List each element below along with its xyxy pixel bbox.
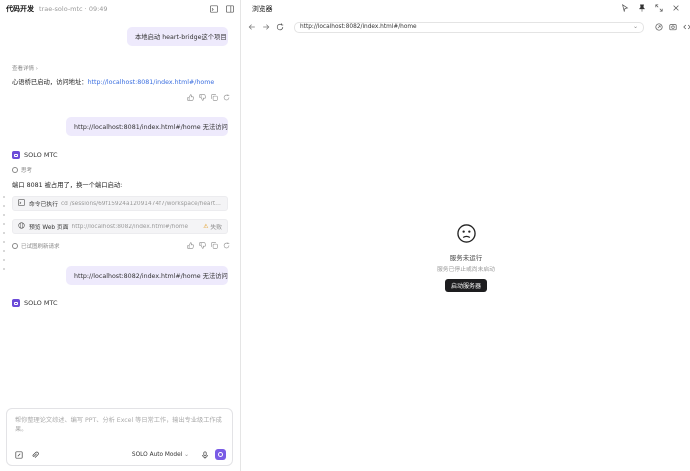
view-details-link[interactable]: 查看详情 › <box>12 64 38 72</box>
start-server-button[interactable]: 启动服务器 <box>444 279 487 292</box>
model-selector[interactable]: SOLO Auto Model ⌄ <box>132 452 189 458</box>
terminal-icon[interactable] <box>210 5 218 13</box>
command-label: 命令已执行 <box>29 202 58 208</box>
browser-panel: 浏览器 http://localhost:8082/index.html#/ho… <box>242 0 690 471</box>
copy-icon[interactable] <box>211 242 218 251</box>
user-message-text: http://localhost:8082/index.html#/home 无… <box>74 273 228 280</box>
assistant-message: 心语桥已启动，访问地址：http://localhost:8081/index.… <box>12 77 214 86</box>
thinking-icon <box>12 167 18 173</box>
chevron-down-icon[interactable]: ⌄ <box>633 24 638 30</box>
chat-header: 代码开发 trae-solo-mtc · 09:49 <box>0 0 240 18</box>
timeline-dots <box>3 196 5 270</box>
send-button[interactable] <box>215 449 226 460</box>
user-message-text: http://localhost:8081/index.html#/home 无… <box>74 124 228 131</box>
empty-state: 服务未运行 服务已停止或尚未启动 启动服务器 <box>242 224 690 292</box>
preview-status: 失败 <box>210 225 222 231</box>
preview-card[interactable]: 预览 Web 页面 http://localhost:8082/index.ht… <box>12 219 228 234</box>
url-text[interactable]: http://localhost:8082/index.html#/home <box>300 24 417 30</box>
terminal-icon <box>18 199 25 208</box>
browser-navbar: http://localhost:8082/index.html#/home ⌄ <box>242 19 690 35</box>
back-arrow-icon[interactable] <box>248 23 256 31</box>
regenerate-icon[interactable] <box>223 94 230 103</box>
user-message: http://localhost:8082/index.html#/home 无… <box>66 266 228 285</box>
sidebar-toggle-icon[interactable] <box>226 5 234 13</box>
refresh-icon[interactable] <box>276 23 284 31</box>
address-bar[interactable]: http://localhost:8082/index.html#/home ⌄ <box>294 21 644 33</box>
code-icon[interactable] <box>683 23 690 31</box>
circle-icon <box>12 243 18 249</box>
localhost-link[interactable]: http://localhost:8081/index.html#/home <box>88 79 215 86</box>
panel-title: 代码开发 <box>6 5 34 13</box>
microphone-icon[interactable] <box>201 450 209 459</box>
composer[interactable]: 帮你整理论文综述、编写 PPT、分析 Excel 等日常工作，输出专业级工作成果… <box>6 408 233 466</box>
user-message: http://localhost:8081/index.html#/home 无… <box>66 117 228 136</box>
thumbs-down-icon[interactable] <box>199 242 206 251</box>
copy-icon[interactable] <box>211 94 218 103</box>
screenshot-icon[interactable] <box>669 23 677 31</box>
user-message-text: 本地启动 heart-bridge这个项目 <box>135 34 227 41</box>
interrupted-notice: 已试图刷新请求 <box>12 242 60 250</box>
browser-header: 浏览器 <box>242 0 690 16</box>
command-value: cd /sessions/69f15924a12091474f7/workspa… <box>61 200 222 207</box>
send-icon <box>218 452 223 457</box>
thumbs-up-icon[interactable] <box>187 242 194 251</box>
regenerate-icon[interactable] <box>223 242 230 251</box>
thumbs-down-icon[interactable] <box>199 94 206 103</box>
user-message: 本地启动 heart-bridge这个项目 <box>127 27 228 46</box>
globe-icon <box>18 222 25 231</box>
chat-panel: 代码开发 trae-solo-mtc · 09:49 本地启动 heart-br… <box>0 0 241 471</box>
assistant-message-text: 心语桥已启动，访问地址： <box>12 79 88 86</box>
close-icon[interactable] <box>672 4 680 12</box>
thinking-indicator[interactable]: 思考 <box>12 166 32 174</box>
solo-logo-icon <box>12 151 20 159</box>
preview-url: http://localhost:8082/index.html#/home <box>71 223 189 230</box>
sad-face-icon <box>456 224 476 243</box>
thumbs-up-icon[interactable] <box>187 94 194 103</box>
attach-file-icon[interactable] <box>15 450 23 459</box>
status-subtitle: 服务已停止或尚未启动 <box>437 267 495 273</box>
status-title: 服务未运行 <box>449 254 483 262</box>
message-actions <box>187 94 230 103</box>
forward-arrow-icon[interactable] <box>262 23 270 31</box>
session-subtitle: trae-solo-mtc · 09:49 <box>39 5 108 13</box>
preview-label: 预览 Web 页面 <box>29 225 69 231</box>
command-card[interactable]: 命令已执行 cd /sessions/69f15924a12091474f7/w… <box>12 196 228 211</box>
assistant-header: SOLO MTC <box>12 299 58 307</box>
browser-title: 浏览器 <box>252 5 273 13</box>
assistant-name: SOLO MTC <box>24 299 58 307</box>
solo-logo-icon <box>12 299 20 307</box>
composer-placeholder[interactable]: 帮你整理论文综述、编写 PPT、分析 Excel 等日常工作，输出专业级工作成果… <box>15 416 225 434</box>
assistant-message: 端口 8081 被占用了，换一个端口启动: <box>12 182 123 189</box>
warning-icon: ⚠ <box>203 223 209 230</box>
chevron-down-icon: ⌄ <box>184 451 189 458</box>
assistant-header: SOLO MTC <box>12 151 58 159</box>
message-actions <box>187 242 230 251</box>
expand-icon[interactable] <box>655 4 663 12</box>
paperclip-icon[interactable] <box>31 451 39 459</box>
open-external-icon[interactable] <box>655 23 663 31</box>
pointer-icon[interactable] <box>621 4 629 12</box>
pin-icon[interactable] <box>638 4 646 12</box>
assistant-name: SOLO MTC <box>24 151 58 159</box>
